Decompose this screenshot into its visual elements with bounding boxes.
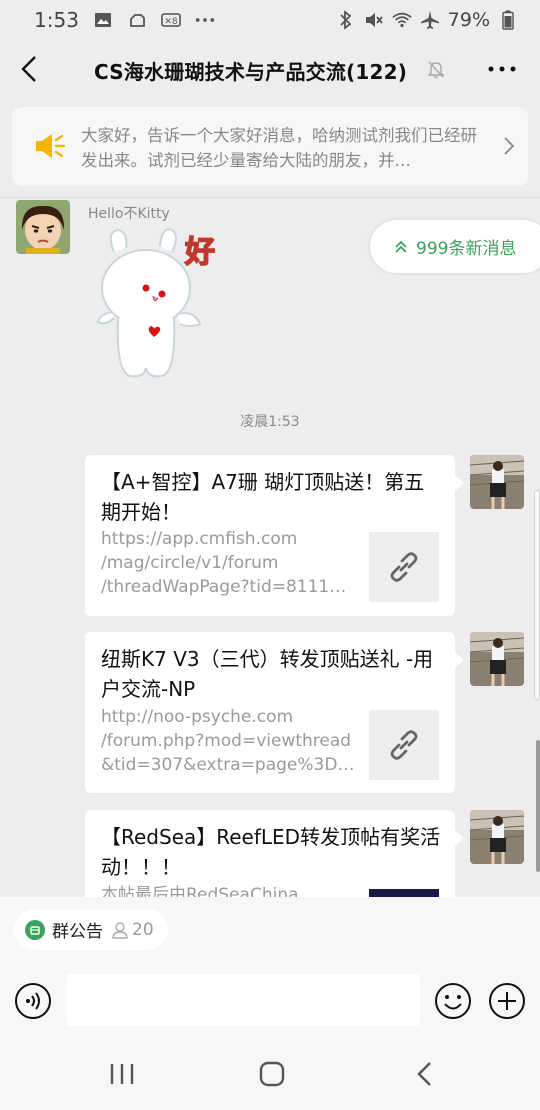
message-timestamp: 凌晨1:53: [240, 414, 300, 430]
plus-icon: [489, 983, 525, 1019]
bunny-sticker[interactable]: 好: [96, 222, 220, 382]
new-messages-label: 999条新消息: [416, 239, 517, 259]
chat-title: CS海水珊瑚技术与产品交流(122): [94, 60, 408, 84]
stock-icon: ✕8: [161, 10, 181, 30]
link-card-url: https://app.cmfish.com /mag/circle/v1/fo…: [101, 527, 356, 599]
link-card[interactable]: 纽斯K7 V3（三代）转发顶贴送礼 -用户交流-NP http://noo-ps…: [85, 632, 464, 793]
link-icon: [390, 730, 418, 760]
scroll-handle[interactable]: [534, 490, 540, 700]
url-line: /threadWapPage?tid=81119...: [101, 577, 356, 597]
chevron-right-icon: [502, 135, 518, 157]
url-line: /forum.php?mod=viewthread: [101, 731, 352, 751]
group-notice-chip[interactable]: 群公告 20: [14, 909, 168, 950]
voice-button[interactable]: [14, 982, 52, 1020]
mute-icon: [364, 10, 384, 30]
status-bar: 1:53 ✕8 79%: [0, 0, 540, 40]
home-icon: [259, 1061, 285, 1087]
self-avatar[interactable]: [470, 455, 524, 509]
group-announcement-banner[interactable]: 大家好，告诉一个大家好消息，哈纳测试剂我们已经研发出来。试剂已经少量寄给大陆的朋…: [12, 107, 528, 186]
nav-back-button[interactable]: [410, 1060, 438, 1088]
self-avatar[interactable]: [470, 632, 524, 686]
image-icon: [93, 10, 113, 30]
url-line: /mag/circle/v1/forum: [101, 553, 279, 573]
url-line: &tid=307&extra=page%3D1...: [101, 755, 356, 775]
bell-off-icon: [426, 59, 446, 79]
self-avatar[interactable]: [470, 810, 524, 864]
message-input[interactable]: [66, 974, 420, 1026]
notice-count: 20: [132, 919, 154, 940]
scrollbar-thumb[interactable]: [536, 740, 540, 872]
link-thumbnail: [369, 889, 439, 897]
sender-name: Hello不Kitty: [88, 206, 170, 222]
notice-label: 群公告: [52, 922, 103, 942]
link-card-title: 纽斯K7 V3（三代）转发顶贴送礼 -用户交流-NP: [101, 647, 434, 701]
link-thumbnail: [369, 532, 439, 602]
battery-level: 79%: [447, 9, 490, 31]
status-time: 1:53: [34, 8, 79, 32]
more-dots-icon: [488, 66, 516, 72]
voice-icon: [15, 983, 51, 1019]
more-button[interactable]: [484, 56, 520, 82]
url-line: https://app.cmfish.com: [101, 529, 298, 549]
svg-text:✕8: ✕8: [164, 17, 178, 27]
link-card-title: 【A+智控】A7珊 瑚灯顶贴送！第五期开始！: [101, 470, 425, 524]
sender-avatar[interactable]: [16, 200, 70, 254]
recents-icon: [110, 1064, 134, 1084]
notice-icon: [25, 919, 45, 940]
link-card-title: 【RedSea】ReefLED转发顶帖有奖活动！！！: [101, 825, 441, 879]
divider: [0, 197, 540, 198]
chat-header: CS海水珊瑚技术与产品交流(122): [0, 40, 540, 98]
back-arrow-icon: [417, 1062, 431, 1086]
cloud-icon: [127, 10, 147, 30]
link-icon: [390, 552, 418, 582]
link-thumbnail: [369, 710, 439, 780]
chevron-left-icon: [21, 56, 36, 82]
emoji-button[interactable]: [434, 982, 472, 1020]
battery-icon: [498, 10, 518, 30]
link-card-url: 本帖最后由RedSeaChina: [101, 883, 356, 897]
home-button[interactable]: [256, 1060, 288, 1088]
airplane-icon: [420, 10, 440, 30]
url-line: http://noo-psyche.com: [101, 707, 294, 727]
sticker-text: 好: [184, 235, 215, 270]
dots-icon: [195, 10, 215, 30]
bluetooth-icon: [336, 10, 356, 30]
double-chevron-up-icon: [395, 240, 407, 253]
url-line: 本帖最后由RedSeaChina: [101, 885, 299, 897]
megaphone-icon: [34, 131, 66, 161]
back-button[interactable]: [14, 52, 44, 86]
smiley-icon: [435, 983, 471, 1019]
link-card-url: http://noo-psyche.com /forum.php?mod=vie…: [101, 705, 356, 777]
more-options-button[interactable]: [488, 982, 526, 1020]
announcement-text: 大家好，告诉一个大家好消息，哈纳测试剂我们已经研发出来。试剂已经少量寄给大陆的朋…: [81, 126, 477, 170]
link-card[interactable]: 【A+智控】A7珊 瑚灯顶贴送！第五期开始！ https://app.cmfis…: [85, 455, 464, 616]
person-icon: [112, 921, 128, 939]
link-card[interactable]: 【RedSea】ReefLED转发顶帖有奖活动！！！ 本帖最后由RedSeaCh…: [85, 810, 464, 897]
wifi-icon: [392, 10, 412, 30]
recents-button[interactable]: [106, 1060, 138, 1088]
new-messages-button[interactable]: 999条新消息: [370, 220, 540, 273]
